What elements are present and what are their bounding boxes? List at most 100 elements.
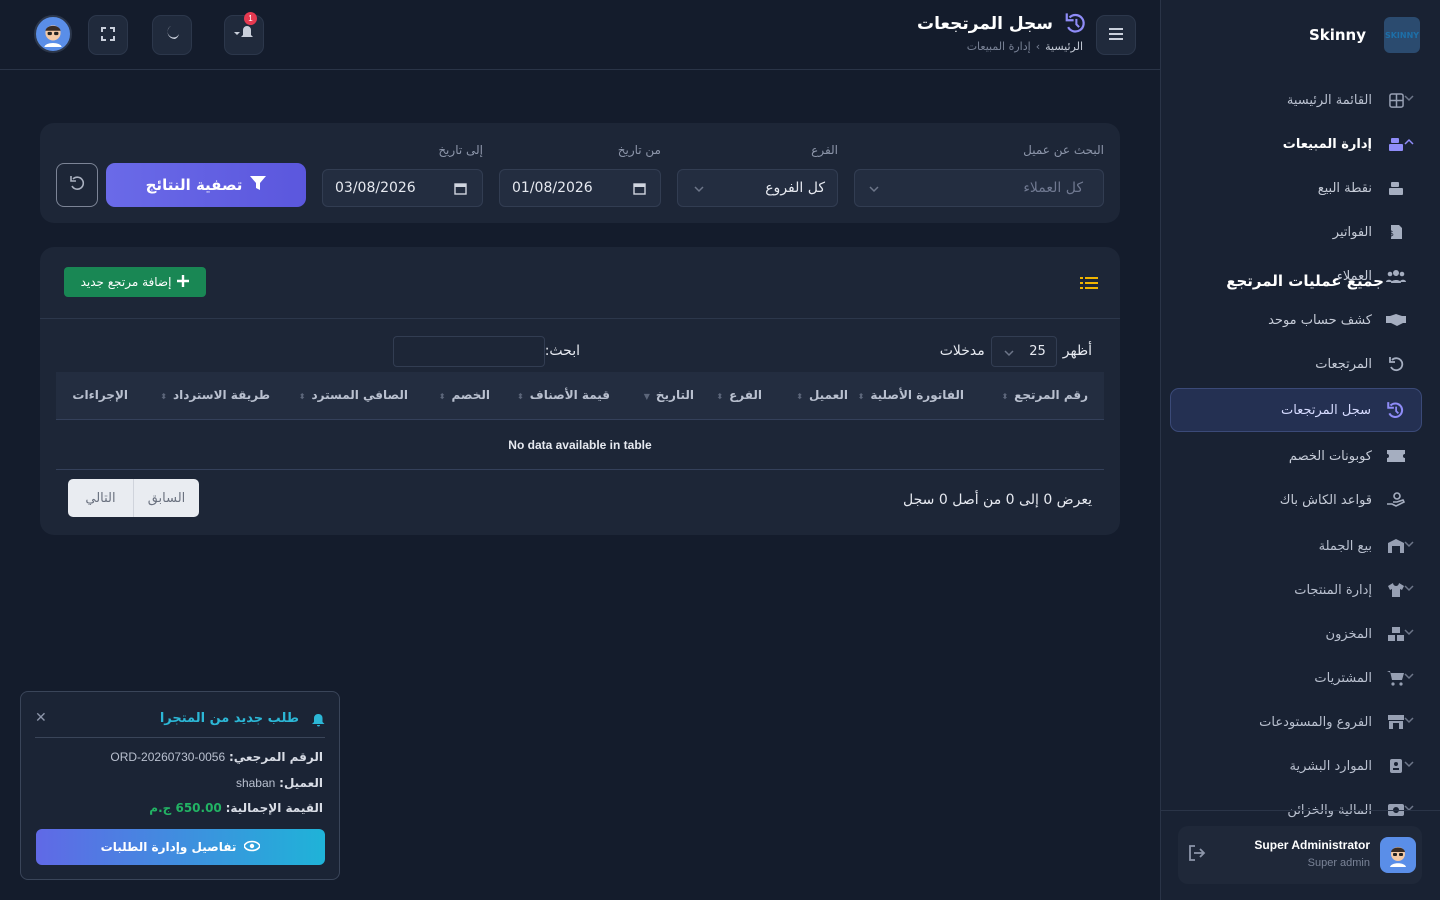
branch-select-value: كل الفروع [765,180,825,196]
table-info: يعرض 0 إلى 0 من أصل 0 سجل [903,492,1092,508]
col-items-value[interactable]: قيمة الأصناف⬍ [517,388,610,402]
sidebar-item-dashboard[interactable]: القائمة الرئيسية [1160,78,1440,122]
list-icon [1080,275,1098,295]
customer-label: العميل: [279,776,323,790]
svg-text:$: $ [1390,229,1394,238]
sidebar-item-sales[interactable]: إدارة المبيعات [1160,122,1440,166]
sort-icon: ⬍ [517,392,524,401]
to-date-value: 03/08/2026 [335,180,416,196]
reset-icon [69,175,85,195]
cart-icon [1386,668,1406,688]
moon-icon [164,25,180,45]
chevron-down-icon [1404,538,1414,552]
theme-toggle-button[interactable] [152,15,192,55]
entries-label: مدخلات [939,343,985,359]
chevron-down-icon [1404,626,1414,640]
col-date[interactable]: التاريخ▼ [644,388,694,402]
cash-register-icon [1386,178,1406,198]
sidebar: SKINNY Skinny القائمة الرئيسية إدارة الم… [1160,0,1440,900]
page-length-select[interactable]: 25 [990,335,1057,367]
order-details-button[interactable]: تفاصيل وإدارة الطلبات [36,829,325,865]
logout-icon[interactable] [1188,845,1206,865]
customer-search-label: البحث عن عميل [1023,143,1104,157]
calendar-icon[interactable] [633,182,646,199]
sidebar-item-label: قواعد الكاش باك [1279,492,1372,508]
fullscreen-button[interactable] [88,15,128,55]
sidebar-item-branches[interactable]: الفروع والمستودعات [1160,700,1440,744]
close-icon[interactable]: ✕ [35,710,47,726]
toast-ref-row: الرقم المرجعي: ORD-20260730-0056 [110,750,323,764]
sidebar-item-pos[interactable]: نقطة البيع [1160,166,1440,210]
sidebar-item-products[interactable]: إدارة المنتجات [1160,568,1440,612]
brand[interactable]: SKINNY Skinny [1309,17,1420,53]
avatar [1380,837,1416,873]
sort-icon: ⬍ [1001,392,1009,401]
table-search: ابحث: [392,335,580,367]
col-customer[interactable]: العميل⬍ [796,388,848,402]
sidebar-item-cashback[interactable]: قواعد الكاش باك [1160,478,1440,522]
chevron-down-icon [869,182,879,198]
prev-page-button[interactable]: السابق [134,479,199,517]
plus-icon [177,274,190,290]
sidebar-item-label: الموارد البشرية [1289,758,1372,774]
history-icon [1064,12,1086,38]
sidebar-item-coupons[interactable]: كوبونات الخصم [1160,434,1440,478]
menu-toggle-button[interactable] [1096,15,1136,55]
sidebar-item-returns-log[interactable]: سجل المرتجعات [1170,388,1422,432]
search-label: ابحث: [544,343,580,359]
filter-results-button[interactable]: تصفية النتائج [106,163,306,207]
chevron-down-icon [1404,582,1414,596]
sidebar-item-wholesale[interactable]: بيع الجملة [1160,524,1440,568]
brand-logo: SKINNY [1384,17,1420,53]
branch-select[interactable]: كل الفروع [677,169,838,207]
sort-icon: ⬍ [438,392,446,401]
chevron-up-icon [1404,136,1414,150]
chevron-down-icon [1404,802,1414,816]
sidebar-item-label: المخزون [1325,626,1372,642]
col-original-invoice[interactable]: الفاتورة الأصلية⬍ [858,388,964,402]
sidebar-item-invoices[interactable]: $ الفواتير [1160,210,1440,254]
notifications-button[interactable]: 1 [224,12,264,55]
to-date-input[interactable]: 03/08/2026 [322,169,483,207]
hand-coin-icon [1386,490,1406,510]
sidebar-item-purchases[interactable]: المشتريات [1160,656,1440,700]
breadcrumb-current: إدارة المبيعات [966,40,1031,53]
ticket-icon [1386,446,1406,466]
breadcrumb-home[interactable]: الرئيسية [1045,40,1083,53]
col-net-refund[interactable]: الصافي المسترد⬍ [299,388,408,402]
col-discount[interactable]: الخصم⬍ [439,388,490,402]
col-return-number[interactable]: رقم المرتجع⬍ [1001,388,1088,402]
sidebar-item-label: القائمة الرئيسية [1286,92,1372,108]
sidebar-item-label: نقطة البيع [1317,180,1372,196]
sidebar-item-statement[interactable]: كشف حساب موحد [1160,298,1440,342]
customer-select[interactable]: كل العملاء [854,169,1104,207]
sort-icon: ⬍ [796,392,803,401]
from-date-value: 01/08/2026 [512,180,593,196]
next-page-button[interactable]: التالي [68,479,134,517]
calendar-icon[interactable] [454,182,467,199]
sort-desc-icon: ▼ [643,392,650,401]
order-details-label: تفاصيل وإدارة الطلبات [100,840,237,854]
toast-total-row: القيمة الإجمالية: 650.00 ج.م [149,801,323,815]
col-refund-method[interactable]: طريقة الاسترداد⬍ [160,388,270,402]
from-date-input[interactable]: 01/08/2026 [499,169,661,207]
sidebar-item-label: المرتجعات [1315,356,1372,372]
sidebar-item-label: سجل المرتجعات [1280,402,1371,418]
sidebar-footer-divider [1161,810,1440,811]
user-card[interactable]: Super Administrator Super admin [1178,826,1422,884]
sidebar-item-returns[interactable]: المرتجعات [1160,342,1440,386]
sidebar-item-label: المشتريات [1314,670,1372,686]
sidebar-item-hr[interactable]: الموارد البشرية [1160,744,1440,788]
chevron-down-icon [1004,347,1014,362]
bell-icon [312,712,325,731]
cash-register-icon [1386,134,1406,154]
col-branch[interactable]: الفرع⬍ [716,388,762,402]
reset-filters-button[interactable] [56,163,98,207]
empty-message: No data available in table [508,438,652,452]
add-return-button[interactable]: إضافة مرتجع جديد [64,267,206,297]
history-icon [1385,400,1405,420]
sort-icon: ⬍ [298,392,306,401]
user-avatar[interactable] [34,15,72,53]
table-search-input[interactable] [392,335,545,367]
sidebar-item-inventory[interactable]: المخزون [1160,612,1440,656]
